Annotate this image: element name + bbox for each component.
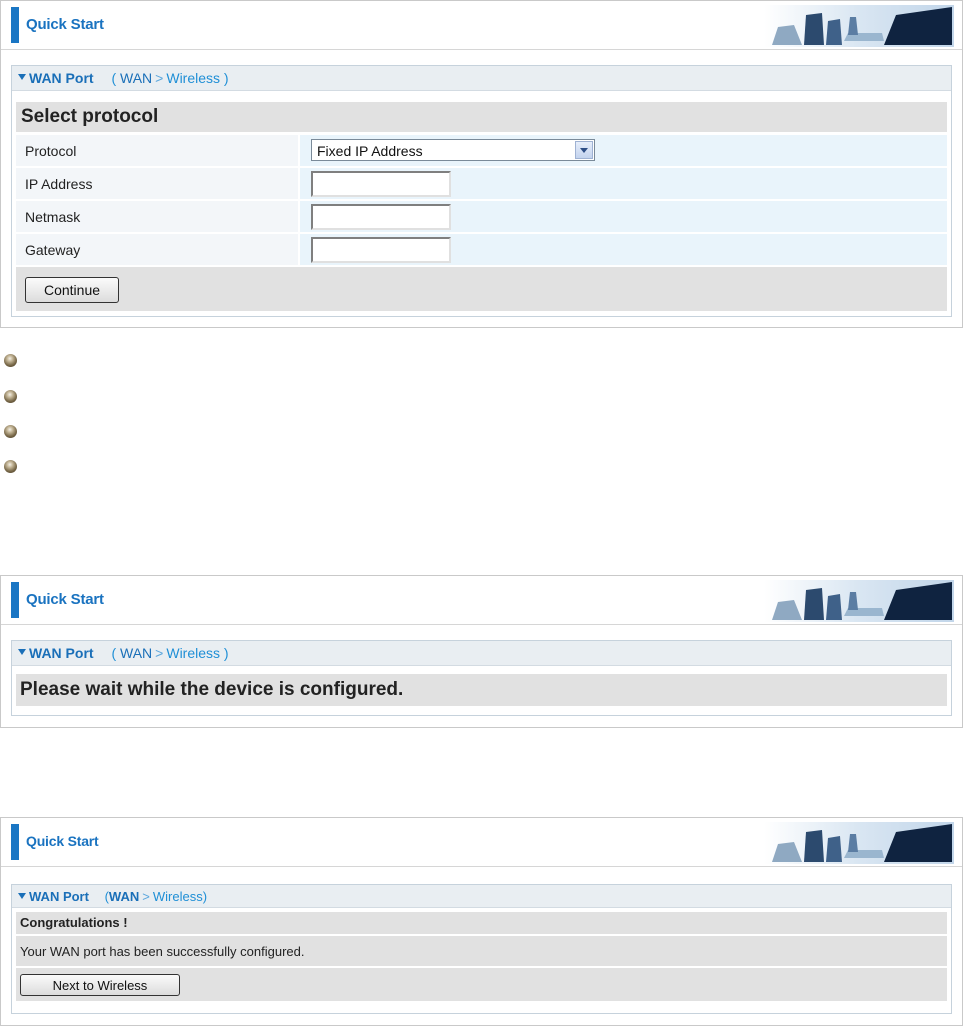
header-accent-bar bbox=[11, 824, 19, 860]
section-title: WAN Port bbox=[29, 889, 89, 904]
bronze-bullet-icon bbox=[4, 354, 17, 367]
message-row: Your WAN port has been successfully conf… bbox=[16, 936, 947, 966]
header-accent-bar bbox=[11, 582, 19, 618]
protocol-label-cell: Protocol bbox=[16, 135, 298, 166]
wait-message: Please wait while the device is configur… bbox=[20, 679, 404, 700]
netmask-label-cell: Netmask bbox=[16, 201, 298, 232]
breadcrumb-wan[interactable]: WAN bbox=[120, 645, 152, 661]
bronze-bullet-icon bbox=[4, 425, 17, 438]
wan-port-section: WAN Port (WAN > Wireless) Congratulations … bbox=[11, 884, 952, 1014]
breadcrumb-wireless[interactable]: Wireless) bbox=[153, 889, 207, 904]
ip-address-label-cell: IP Address bbox=[16, 168, 298, 199]
ip-address-value-cell bbox=[300, 168, 947, 199]
page-heading: Select protocol bbox=[21, 106, 159, 127]
gateway-label-cell: Gateway bbox=[16, 234, 298, 265]
gateway-label: Gateway bbox=[25, 242, 81, 258]
quick-start-title: Quick Start bbox=[26, 833, 99, 849]
triangle-down-icon bbox=[18, 74, 26, 81]
gateway-value-cell bbox=[300, 234, 947, 265]
ip-address-label: IP Address bbox=[25, 176, 93, 192]
ip-address-input[interactable] bbox=[311, 171, 451, 197]
breadcrumb-wan[interactable]: WAN bbox=[109, 889, 139, 904]
protocol-select[interactable]: Fixed IP Address bbox=[311, 139, 595, 161]
quick-start-panel-success: Quick Start WAN Port (WAN > Wireless) Cong… bbox=[0, 817, 963, 1026]
breadcrumb: ( WAN > Wireless ) bbox=[111, 70, 229, 86]
protocol-label: Protocol bbox=[25, 143, 77, 159]
protocol-selected-value: Fixed IP Address bbox=[317, 143, 423, 159]
success-message: Your WAN port has been successfully conf… bbox=[20, 944, 305, 959]
office-chairs-banner-icon bbox=[764, 5, 954, 47]
action-row: Continue bbox=[16, 267, 947, 311]
section-title: WAN Port bbox=[29, 70, 94, 86]
triangle-down-icon bbox=[18, 892, 26, 899]
bronze-bullet-icon bbox=[4, 390, 17, 403]
section-header: WAN Port ( WAN > Wireless ) bbox=[12, 641, 951, 666]
quick-start-header: Quick Start bbox=[1, 818, 962, 867]
heading-row: Select protocol bbox=[16, 102, 947, 132]
netmask-label: Netmask bbox=[25, 209, 81, 225]
continue-button[interactable]: Continue bbox=[25, 277, 119, 303]
breadcrumb: (WAN > Wireless) bbox=[104, 889, 208, 904]
next-to-wireless-button[interactable]: Next to Wireless bbox=[20, 974, 180, 996]
wan-port-section: WAN Port ( WAN > Wireless ) Please wait wh… bbox=[11, 640, 952, 716]
breadcrumb-wireless[interactable]: Wireless bbox=[166, 70, 220, 86]
breadcrumb-wireless[interactable]: Wireless bbox=[166, 645, 220, 661]
office-chairs-banner-icon bbox=[764, 580, 954, 622]
wan-port-section: WAN Port ( WAN > Wireless ) Select protoco… bbox=[11, 65, 952, 317]
protocol-value-cell: Fixed IP Address bbox=[300, 135, 947, 166]
chevron-down-icon[interactable] bbox=[575, 141, 593, 159]
office-chairs-banner-icon bbox=[764, 822, 954, 864]
triangle-down-icon bbox=[18, 649, 26, 656]
bronze-bullet-icon bbox=[4, 460, 17, 473]
quick-start-title: Quick Start bbox=[26, 591, 104, 608]
quick-start-title: Quick Start bbox=[26, 16, 104, 33]
header-accent-bar bbox=[11, 7, 19, 43]
netmask-value-cell bbox=[300, 201, 947, 232]
congrats-heading: Congratulations ! bbox=[20, 915, 128, 930]
quick-start-header: Quick Start bbox=[1, 1, 962, 50]
section-header: WAN Port (WAN > Wireless) bbox=[12, 885, 951, 908]
quick-start-panel-protocol: Quick Start WAN Port ( WAN>Wireless ) bbox=[0, 0, 963, 328]
breadcrumb: ( WAN > Wireless ) bbox=[111, 645, 229, 661]
breadcrumb-wan[interactable]: WAN bbox=[120, 70, 152, 86]
gateway-input[interactable] bbox=[311, 237, 451, 263]
congrats-row: Congratulations ! bbox=[16, 912, 947, 934]
section-header: WAN Port ( WAN > Wireless ) bbox=[12, 66, 951, 91]
quick-start-header: Quick Start bbox=[1, 576, 962, 625]
netmask-input[interactable] bbox=[311, 204, 451, 230]
status-row: Please wait while the device is configur… bbox=[16, 674, 947, 706]
quick-start-panel-wait: Quick Start WAN Port ( WAN > Wireless ) Pl… bbox=[0, 575, 963, 728]
section-title: WAN Port bbox=[29, 645, 94, 661]
action-row: Next to Wireless bbox=[16, 968, 947, 1001]
